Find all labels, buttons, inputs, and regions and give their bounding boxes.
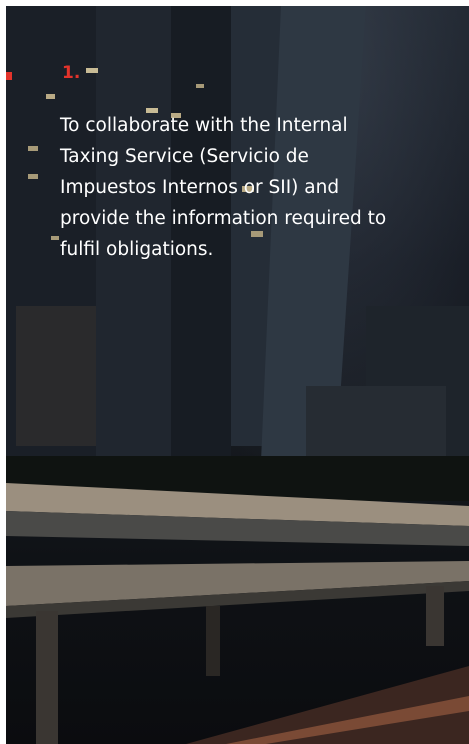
accent-bar [6,72,12,80]
item-number: 1. [62,63,81,83]
item-card: 1. To collaborate with the Internal Taxi… [6,6,469,744]
item-description: To collaborate with the Internal Taxing … [60,115,387,260]
